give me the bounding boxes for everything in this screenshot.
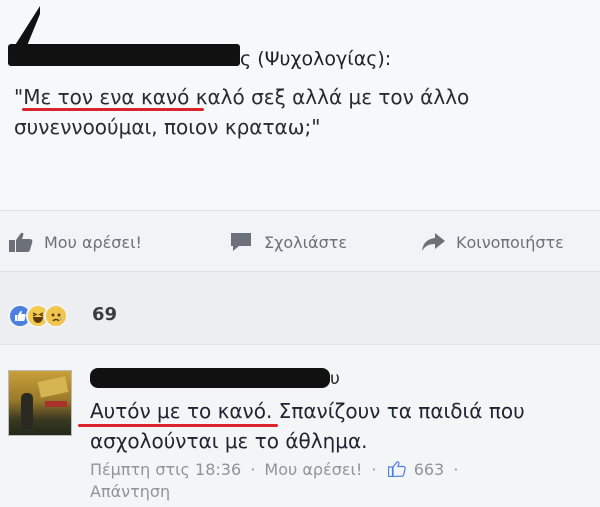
thumbs-up-icon <box>387 460 406 478</box>
thumbs-up-icon <box>8 231 34 253</box>
comment-button-label: Σχολιάστε <box>264 232 347 252</box>
speech-bubble-icon <box>228 231 254 253</box>
reply-link[interactable]: Απάντηση <box>90 482 170 501</box>
redaction-scribble <box>12 6 40 58</box>
avatar-figure <box>21 393 33 429</box>
redacted-commenter-name <box>90 368 330 388</box>
avatar-detail <box>37 376 69 398</box>
separator: · <box>371 460 377 479</box>
sad-reaction-icon <box>44 304 68 328</box>
post-card: ς (Ψυχολογίας): "Με τον ενα κανό καλό σε… <box>0 0 600 210</box>
avatar[interactable] <box>8 370 72 436</box>
commenter-name-suffix: υ <box>330 369 340 389</box>
comment-timestamp[interactable]: Πέμπτη στις 18:36 <box>90 460 241 479</box>
comment-like-link[interactable]: Μου αρέσει! <box>264 460 362 479</box>
highlight-underline <box>22 108 204 111</box>
comment-meta: Πέμπτη στις 18:36 · Μου αρέσει! · 663 · <box>90 458 590 482</box>
highlight-underline <box>78 424 278 427</box>
share-button[interactable]: Κοινοποιήστε <box>420 230 564 254</box>
author-suffix: ς (Ψυχολογίας): <box>240 48 392 70</box>
comment-button[interactable]: Σχολιάστε <box>228 230 347 254</box>
like-button-label: Μου αρέσει! <box>44 232 142 252</box>
post-action-bar: Μου αρέσει! Σχολιάστε Κοινοποιήστε <box>0 210 600 272</box>
post-text: "Με τον ενα κανό καλό σεξ αλλά με τον άλ… <box>14 85 470 139</box>
reaction-icons[interactable] <box>8 304 98 328</box>
redacted-author-name <box>8 44 240 66</box>
share-button-label: Κοινοποιήστε <box>456 232 564 252</box>
separator: · <box>250 460 256 479</box>
reaction-count[interactable]: 69 <box>92 304 117 325</box>
separator: · <box>453 460 459 479</box>
comment-like-count[interactable]: 663 <box>414 460 445 479</box>
avatar-detail <box>45 401 67 407</box>
like-button[interactable]: Μου αρέσει! <box>8 230 142 254</box>
share-arrow-icon <box>420 231 446 253</box>
